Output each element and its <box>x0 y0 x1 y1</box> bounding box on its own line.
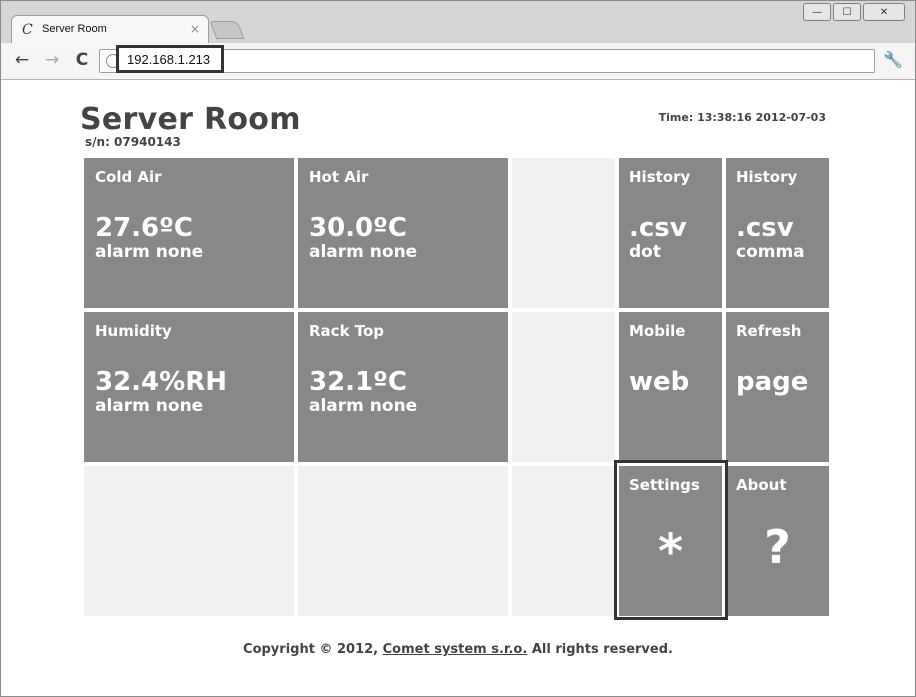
tile-empty <box>84 466 294 616</box>
tile-rack-top[interactable]: Rack Top 32.1ºC alarm none <box>298 312 508 462</box>
tile-label: Hot Air <box>309 168 369 186</box>
tile-label: Rack Top <box>309 322 385 340</box>
tile-status: alarm none <box>95 396 204 416</box>
tile-about[interactable]: About ? <box>726 466 829 616</box>
tile-label: Mobile <box>629 322 686 340</box>
tile-status: alarm none <box>95 242 204 262</box>
browser-window: C Server Room × — ☐ ✕ ← → C 192.168.1.21… <box>0 0 916 697</box>
new-tab-button[interactable] <box>209 21 245 39</box>
current-time: Time: 13:38:16 2012-07-03 <box>658 111 826 124</box>
tile-status: alarm none <box>309 396 418 416</box>
serial-number: s/n: 07940143 <box>85 135 181 149</box>
tile-label: About <box>736 476 787 494</box>
tile-status: dot <box>629 242 661 262</box>
tile-label: History <box>736 168 798 186</box>
address-bar[interactable]: 192.168.1.213 <box>99 45 875 73</box>
maximize-button[interactable]: ☐ <box>833 3 861 21</box>
browser-toolbar: ← → C 192.168.1.213 🔧 <box>1 43 915 80</box>
tile-status: comma <box>736 242 805 262</box>
footer-copyright: Copyright © 2012, <box>243 642 383 657</box>
tile-value: 30.0ºC <box>309 213 407 243</box>
tile-value: 32.1ºC <box>309 367 407 397</box>
comet-c-icon: C <box>22 22 33 38</box>
url-text[interactable]: 192.168.1.213 <box>127 52 210 67</box>
tile-humidity[interactable]: Humidity 32.4%RH alarm none <box>84 312 294 462</box>
tile-status: alarm none <box>309 242 418 262</box>
tile-history-comma[interactable]: History .csv comma <box>726 158 829 308</box>
forward-button[interactable]: → <box>41 49 63 71</box>
tile-cold-air[interactable]: Cold Air 27.6ºC alarm none <box>84 158 294 308</box>
footer-company-link[interactable]: Comet system s.r.o. <box>383 642 528 657</box>
tile-settings[interactable]: Settings * <box>619 466 722 616</box>
wrench-icon[interactable]: 🔧 <box>883 49 903 71</box>
tile-value: 27.6ºC <box>95 213 193 243</box>
tile-empty <box>512 466 615 616</box>
asterisk-icon: * <box>657 524 684 580</box>
tile-label: Refresh <box>736 322 802 340</box>
tile-refresh[interactable]: Refresh page <box>726 312 829 462</box>
tile-value: web <box>629 367 690 397</box>
tile-empty <box>298 466 508 616</box>
reload-button[interactable]: C <box>71 49 93 71</box>
title-bar: C Server Room × — ☐ ✕ <box>1 1 915 44</box>
tile-empty <box>512 158 615 308</box>
tab-close-icon[interactable]: × <box>190 22 200 36</box>
question-mark-icon: ? <box>764 520 791 574</box>
tile-empty <box>512 312 615 462</box>
minimize-button[interactable]: — <box>803 3 831 21</box>
tile-history-dot[interactable]: History .csv dot <box>619 158 722 308</box>
tile-hot-air[interactable]: Hot Air 30.0ºC alarm none <box>298 158 508 308</box>
tile-value: .csv <box>736 213 794 243</box>
page-title: Server Room <box>80 102 301 137</box>
tile-value: page <box>736 367 809 397</box>
tile-value: .csv <box>629 213 687 243</box>
url-highlight-box: 192.168.1.213 <box>116 45 224 73</box>
tile-label: Cold Air <box>95 168 162 186</box>
tile-label: Humidity <box>95 322 172 340</box>
tile-mobile[interactable]: Mobile web <box>619 312 722 462</box>
browser-tab[interactable]: C Server Room × <box>11 15 209 44</box>
tab-title: Server Room <box>42 23 107 35</box>
tile-label: History <box>629 168 691 186</box>
tile-label: Settings <box>629 476 700 494</box>
close-window-button[interactable]: ✕ <box>863 3 905 21</box>
footer-rights: All rights reserved. <box>527 642 673 657</box>
back-button[interactable]: ← <box>11 49 33 71</box>
footer: Copyright © 2012, Comet system s.r.o. Al… <box>1 642 915 657</box>
page-viewport: Server Room s/n: 07940143 Time: 13:38:16… <box>1 80 915 696</box>
tile-value: 32.4%RH <box>95 367 227 397</box>
window-controls: — ☐ ✕ <box>801 3 905 21</box>
